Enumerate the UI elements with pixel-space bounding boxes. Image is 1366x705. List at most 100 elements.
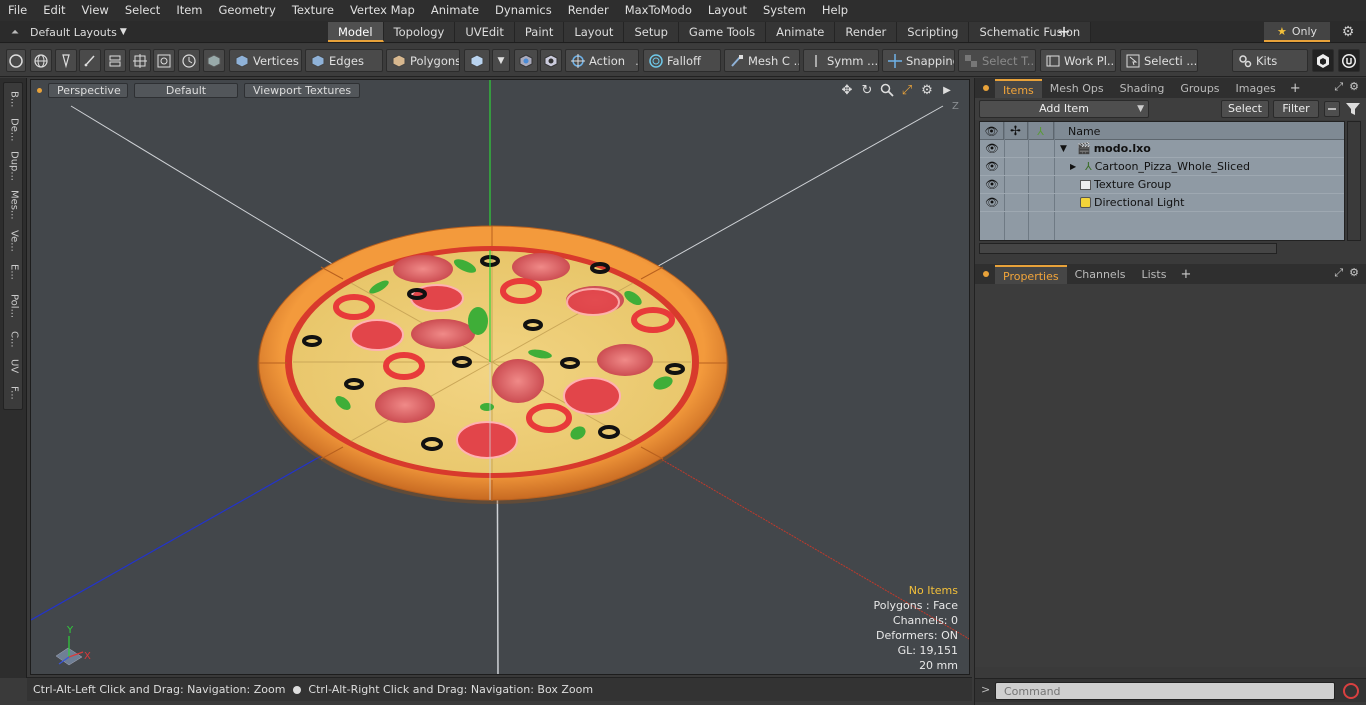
align-button[interactable] xyxy=(104,49,126,72)
left-tab-mesh-edit[interactable]: Mes... xyxy=(4,185,24,225)
tab-uvedit[interactable]: UVEdit xyxy=(455,22,515,42)
menu-dynamics[interactable]: Dynamics xyxy=(487,0,560,21)
type-column-header[interactable]: ⅄ xyxy=(1028,122,1054,140)
3d-viewport[interactable]: Y X Z Perspective Default Viewport Textu… xyxy=(30,79,970,675)
add-panel-tab-button[interactable]: + xyxy=(1284,79,1307,98)
symmetry-toggle-button[interactable]: Symm ... xyxy=(803,49,879,72)
tab-scripting[interactable]: Scripting xyxy=(897,22,970,42)
tab-properties[interactable]: Properties xyxy=(995,265,1067,284)
polygons-mode-button[interactable]: Polygons xyxy=(386,49,460,72)
expand-arrow-icon[interactable]: ▼ xyxy=(1060,144,1070,154)
frame-button[interactable] xyxy=(153,49,175,72)
snap-object-button[interactable] xyxy=(540,49,562,72)
tab-animate[interactable]: Animate xyxy=(766,22,836,42)
left-tab-vertex[interactable]: Ve... xyxy=(4,225,24,257)
viewport-textures-button[interactable]: Viewport Textures xyxy=(244,82,361,98)
menu-file[interactable]: File xyxy=(0,0,35,21)
tree-row-mesh[interactable]: 👁 ▶ ⅄ Cartoon_Pizza_Whole_Sliced xyxy=(980,158,1344,176)
action-center-button[interactable]: Action … xyxy=(565,49,639,72)
menu-vertex-map[interactable]: Vertex Map xyxy=(342,0,423,21)
viewport-menu-dot[interactable] xyxy=(37,87,42,93)
gear-icon[interactable]: ⚙ xyxy=(1349,266,1359,280)
menu-help[interactable]: Help xyxy=(814,0,856,21)
gear-icon[interactable]: ⚙ xyxy=(1338,22,1358,42)
menu-render[interactable]: Render xyxy=(560,0,617,21)
left-tab-uv[interactable]: UV xyxy=(4,353,24,379)
circle-select-button[interactable] xyxy=(6,49,26,72)
move-icon[interactable]: ✥ xyxy=(839,82,855,98)
symmetry-button[interactable] xyxy=(514,49,538,72)
tab-layout[interactable]: Layout xyxy=(564,22,625,42)
zoom-icon[interactable] xyxy=(879,82,895,98)
tab-topology[interactable]: Topology xyxy=(383,22,456,42)
menu-layout[interactable]: Layout xyxy=(700,0,755,21)
add-tab-button[interactable]: + xyxy=(1055,21,1073,43)
only-button[interactable]: ★ Only xyxy=(1264,22,1330,42)
unity-button[interactable] xyxy=(1312,49,1334,72)
eye-icon[interactable]: 👁 xyxy=(980,140,1004,158)
collapse-up-icon[interactable]: ⏶ xyxy=(0,27,30,38)
left-tab-basic[interactable]: B... xyxy=(4,85,24,113)
tab-paint[interactable]: Paint xyxy=(514,22,565,42)
tab-model[interactable]: Model xyxy=(328,22,384,42)
mode-dropdown-button[interactable]: ▼ xyxy=(492,49,510,72)
menu-texture[interactable]: Texture xyxy=(284,0,342,21)
selection-sets-button[interactable]: Selecti ... xyxy=(1120,49,1198,72)
collapse-icon[interactable] xyxy=(1324,101,1340,117)
layout-selector[interactable]: ⏶ Default Layouts ▼ xyxy=(0,21,150,43)
perspective-view-button[interactable]: Perspective xyxy=(48,82,128,98)
add-panel-tab-button[interactable]: + xyxy=(1174,265,1197,284)
panel-menu-dot[interactable] xyxy=(983,85,989,91)
menu-maxtomodo[interactable]: MaxToModo xyxy=(617,0,700,21)
snapping-button[interactable]: Snapping xyxy=(882,49,955,72)
lock-column-header[interactable]: ✢ xyxy=(1004,122,1028,140)
gear-icon[interactable]: ⚙ xyxy=(1349,80,1359,94)
tab-mesh-ops[interactable]: Mesh Ops xyxy=(1042,79,1112,98)
left-tab-duplicate[interactable]: Dup... xyxy=(4,147,24,185)
tab-game-tools[interactable]: Game Tools xyxy=(678,22,767,42)
mesh-constraint-button[interactable]: Mesh C ... xyxy=(724,49,800,72)
add-item-button[interactable]: Add Item ▼ xyxy=(979,100,1149,118)
tab-groups[interactable]: Groups xyxy=(1172,79,1227,98)
unreal-button[interactable] xyxy=(1338,49,1360,72)
tab-render[interactable]: Render xyxy=(835,22,898,42)
expand-panel-icon[interactable]: ⤢ xyxy=(1334,266,1343,280)
work-plane-button[interactable]: Work Pl... xyxy=(1040,49,1116,72)
filter-button[interactable]: Filter xyxy=(1273,100,1319,118)
left-tab-polygon[interactable]: Pol... xyxy=(4,287,24,325)
funnel-icon[interactable] xyxy=(1345,101,1361,117)
tab-setup[interactable]: Setup xyxy=(624,22,679,42)
edges-mode-button[interactable]: Edges xyxy=(305,49,383,72)
play-arrow-icon[interactable]: ▶ xyxy=(939,82,955,98)
left-tab-curve[interactable]: C... xyxy=(4,325,24,353)
maximize-icon[interactable]: ⤢ xyxy=(899,82,915,98)
pen-tool-button[interactable] xyxy=(55,49,77,72)
menu-geometry[interactable]: Geometry xyxy=(211,0,284,21)
panel-menu-dot[interactable] xyxy=(983,271,989,277)
expand-arrow-icon[interactable]: ▶ xyxy=(1070,162,1080,171)
visibility-column-header[interactable]: 👁 xyxy=(980,122,1004,140)
menu-animate[interactable]: Animate xyxy=(423,0,487,21)
vertices-mode-button[interactable]: Vertices xyxy=(229,49,302,72)
tab-lists[interactable]: Lists xyxy=(1134,265,1175,284)
left-tab-fusion[interactable]: F... xyxy=(4,379,24,407)
brush-tool-button[interactable] xyxy=(79,49,101,72)
left-tab-edge[interactable]: E... xyxy=(4,257,24,287)
tab-images[interactable]: Images xyxy=(1228,79,1284,98)
eye-icon[interactable]: 👁 xyxy=(980,176,1004,194)
timer-button[interactable] xyxy=(178,49,200,72)
expand-panel-icon[interactable]: ⤢ xyxy=(1334,80,1343,94)
tab-channels[interactable]: Channels xyxy=(1067,265,1134,284)
menu-view[interactable]: View xyxy=(74,0,117,21)
select-through-button[interactable]: Select T... xyxy=(958,49,1036,72)
falloff-button[interactable]: Falloff xyxy=(643,49,721,72)
command-input[interactable] xyxy=(995,682,1335,700)
tree-row-directional-light[interactable]: 👁 Directional Light xyxy=(980,194,1344,212)
tree-vertical-scrollbar[interactable] xyxy=(1347,121,1361,241)
menu-system[interactable]: System xyxy=(755,0,814,21)
record-icon[interactable] xyxy=(1343,683,1359,699)
menu-select[interactable]: Select xyxy=(117,0,168,21)
tree-row-texture-group[interactable]: 👁 Texture Group xyxy=(980,176,1344,194)
center-button[interactable] xyxy=(129,49,151,72)
default-shading-button[interactable]: Default xyxy=(134,82,238,98)
